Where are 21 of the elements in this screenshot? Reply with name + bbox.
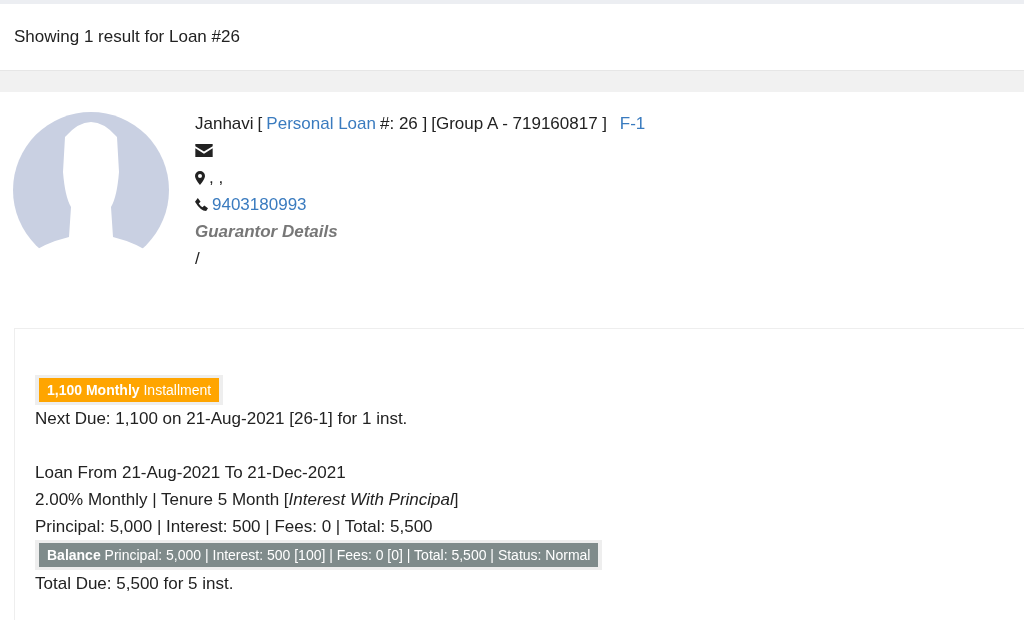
loan-period-text: Loan From 21-Aug-2021 To 21-Dec-2021	[35, 462, 347, 484]
installment-badge: 1,100 Monthly Installment	[39, 378, 220, 402]
phone-link[interactable]: 9403180993	[212, 191, 307, 218]
total-due-text: Total Due: 5,500 for 5 inst.	[35, 573, 235, 595]
map-pin-icon	[195, 170, 205, 185]
borrower-name: Janhavi	[195, 113, 254, 135]
guarantor-heading: Guarantor Details	[195, 221, 338, 243]
bracket-text: [	[257, 113, 263, 135]
envelope-icon	[195, 144, 213, 157]
balance-badge: Balance Principal: 5,000 | Interest: 500 [100] | Fees: 0 [0] | Total: 5,500 | Status: Normal	[39, 543, 599, 567]
loan-type-link[interactable]: Personal Loan	[266, 110, 376, 137]
code-link[interactable]: F-1	[619, 110, 646, 137]
loan-amounts-text: Principal: 5,000 | Interest: 500 | Fees: 0 | Total: 5,500	[35, 516, 434, 538]
phone-icon	[195, 198, 208, 211]
guarantor-value: /	[195, 248, 200, 270]
result-summary: Showing 1 result for Loan #26	[14, 27, 240, 47]
address-text: , ,	[209, 167, 224, 189]
next-due-text: Next Due: 1,100 on 21-Aug-2021 [26-1] for 1 inst.	[35, 408, 409, 430]
loan-number: #: 26 ]	[380, 113, 428, 135]
loan-terms-text: 2.00% Monthly | Tenure 5 Month [Interest With Principal]	[35, 489, 460, 511]
group-text: [Group A - 719160817 ]	[431, 113, 608, 135]
